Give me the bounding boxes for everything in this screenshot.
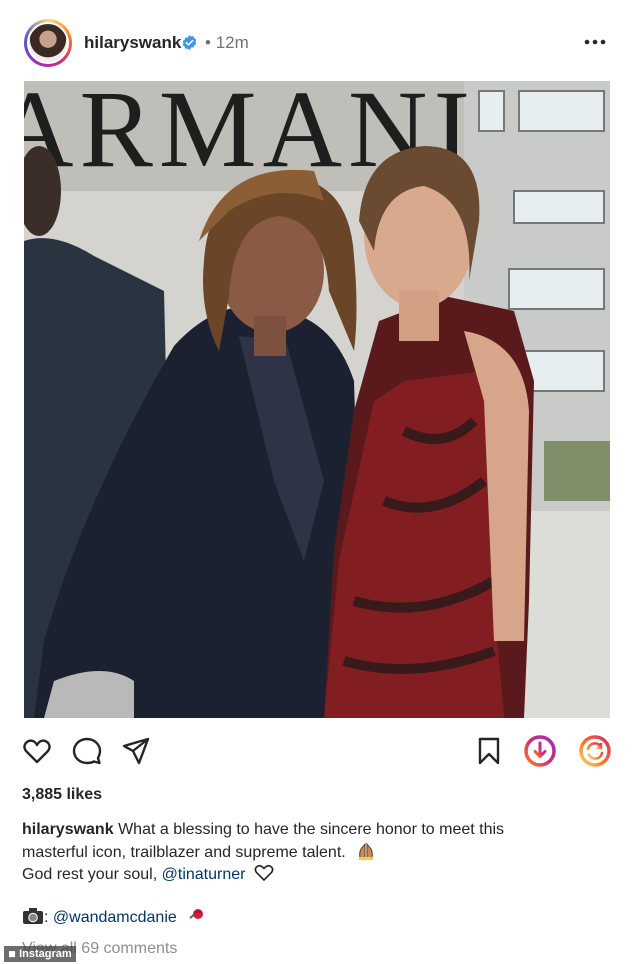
caption-text-3: God rest your soul, — [22, 866, 158, 883]
source-watermark: ◾ Instagram — [4, 946, 76, 962]
caption-text-2: masterful icon, trailblazer and supreme … — [22, 844, 346, 861]
caption-line-3: God rest your soul, @tinaturner — [22, 864, 602, 886]
bookmark-icon[interactable] — [474, 736, 504, 766]
caption-text-1: What a blessing to have the sincere hono… — [118, 821, 505, 838]
mention-link[interactable]: @tinaturner — [162, 866, 246, 883]
photo-illustration: ARMANI — [24, 81, 610, 718]
watermark-text: Instagram — [19, 948, 72, 960]
more-options-icon[interactable] — [582, 32, 608, 52]
comment-icon[interactable] — [72, 736, 102, 766]
verified-badge-icon — [182, 35, 197, 50]
post-time: • 12m — [205, 33, 249, 52]
rose-emoji — [189, 909, 204, 919]
credit-separator: : — [44, 909, 49, 926]
heart-outline-icon — [254, 864, 274, 882]
post-header: hilaryswank • 12m — [0, 0, 634, 80]
heart-icon[interactable] — [22, 736, 52, 766]
caption-username[interactable]: hilaryswank — [22, 821, 114, 838]
avatar[interactable] — [27, 22, 69, 64]
username-link[interactable]: hilaryswank — [84, 33, 181, 53]
camera-emoji — [23, 908, 43, 924]
story-ring[interactable] — [24, 19, 72, 67]
praying-hands-emoji — [359, 842, 374, 860]
likes-count[interactable]: 3,885 likes — [22, 786, 102, 804]
photo-credit: : @wandamcdanie — [22, 907, 205, 927]
share-icon[interactable] — [121, 736, 151, 766]
repost-icon[interactable] — [578, 734, 612, 768]
download-icon[interactable] — [523, 734, 557, 768]
action-bar — [0, 722, 634, 780]
credit-mention-link[interactable]: @wandamcdanie — [53, 909, 177, 926]
caption-line-2: masterful icon, trailblazer and supreme … — [22, 841, 602, 864]
post-time-value: 12m — [215, 33, 249, 52]
post-photo[interactable]: ARMANI — [24, 81, 610, 718]
caption-line-1: hilaryswank What a blessing to have the … — [22, 819, 602, 841]
caption: hilaryswank What a blessing to have the … — [22, 819, 602, 886]
